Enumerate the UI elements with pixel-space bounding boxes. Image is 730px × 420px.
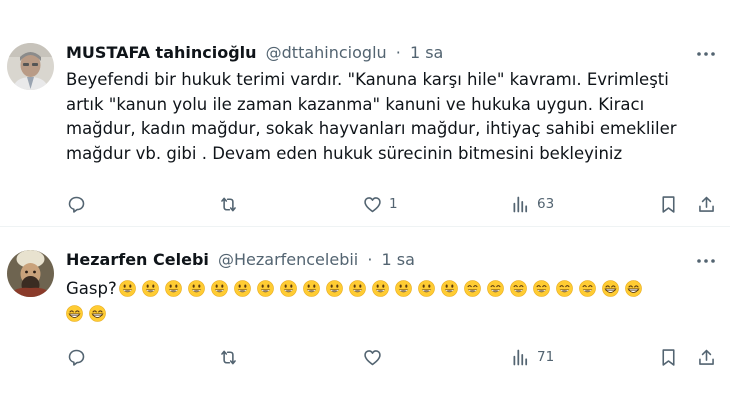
grin-face-emoji-icon (532, 280, 550, 297)
more-icon (697, 52, 715, 56)
grinning-face-emoji-icon (233, 280, 251, 297)
bookmark-icon (662, 348, 675, 366)
dot-separator: · (395, 43, 401, 62)
tweet-text: Gasp? (66, 276, 716, 326)
beaming-face-emoji-icon (66, 305, 83, 322)
dot-separator: · (367, 250, 373, 269)
retweet-icon (221, 197, 236, 211)
bookmark-icon (662, 195, 675, 213)
action-bar: 1 63 (66, 192, 726, 216)
tweet-text-content: Gasp? (66, 279, 117, 298)
tweet-header: Hezarfen Celebi @Hezarfencelebii · 1 sa (66, 249, 415, 271)
views-count: 71 (537, 349, 555, 365)
share-button[interactable] (696, 192, 717, 216)
tweet-text-line: Gasp? (66, 276, 716, 301)
views-button[interactable]: 63 (510, 192, 554, 216)
display-name[interactable]: Hezarfen Celebi (66, 250, 209, 269)
more-icon (697, 259, 715, 263)
reply-icon (68, 349, 85, 366)
beaming-face-emoji-icon (601, 280, 619, 297)
grinning-face-emoji-icon (256, 280, 274, 297)
views-button[interactable]: 71 (510, 345, 554, 369)
emoji-row (118, 279, 648, 298)
ottoman-portrait-avatar-icon (7, 250, 54, 297)
tweet-1[interactable]: MUSTAFA tahincioğlu @dttahincioglu · 1 s… (0, 0, 730, 226)
timestamp[interactable]: 1 sa (410, 43, 443, 62)
tweet-2[interactable]: Hezarfen Celebi @Hezarfencelebii · 1 sa … (0, 226, 730, 420)
tweet-text-line: mağdur, kadın mağdur, sokak hayvanları m… (66, 119, 677, 138)
display-name[interactable]: MUSTAFA tahincioğlu (66, 43, 257, 62)
tweet-text-line: Beyefendi bir hukuk terimi vardır. "Kanu… (66, 70, 669, 89)
timestamp[interactable]: 1 sa (382, 250, 415, 269)
beaming-face-emoji-icon (89, 305, 106, 322)
grinning-face-emoji-icon (417, 280, 435, 297)
more-options-button[interactable] (694, 44, 718, 64)
grin-face-emoji-icon (578, 280, 596, 297)
reply-icon (68, 196, 85, 213)
views-icon (513, 349, 528, 365)
retweet-button[interactable] (218, 192, 239, 216)
like-icon (364, 196, 381, 212)
tweet-text: Beyefendi bir hukuk terimi vardır. "Kanu… (66, 68, 716, 166)
like-icon (364, 349, 381, 365)
grinning-face-emoji-icon (118, 280, 136, 297)
bookmark-button[interactable] (658, 192, 679, 216)
tweet-text-line: mağdur vb. gibi . Devam eden hukuk sürec… (66, 143, 623, 163)
grinning-face-emoji-icon (325, 280, 343, 297)
handle[interactable]: @Hezarfencelebii (218, 250, 358, 269)
retweet-button[interactable] (218, 345, 239, 369)
grin-face-emoji-icon (509, 280, 527, 297)
tweet-header: MUSTAFA tahincioğlu @dttahincioglu · 1 s… (66, 42, 443, 64)
views-icon (513, 196, 528, 212)
tweet-text-line: artık "kanun yolu ile zaman kazanma" kan… (66, 94, 645, 114)
more-options-button[interactable] (694, 251, 718, 271)
share-icon (699, 196, 714, 212)
views-count: 63 (537, 196, 555, 212)
reply-button[interactable] (66, 345, 87, 369)
grinning-face-emoji-icon (141, 280, 159, 297)
avatar[interactable] (7, 43, 54, 90)
like-button[interactable] (362, 345, 389, 369)
grin-face-emoji-icon (463, 280, 481, 297)
handle[interactable]: @dttahincioglu (266, 43, 387, 62)
grinning-face-emoji-icon (164, 280, 182, 297)
like-button[interactable]: 1 (362, 192, 398, 216)
retweet-icon (221, 350, 236, 364)
grinning-face-emoji-icon (394, 280, 412, 297)
reply-button[interactable] (66, 192, 87, 216)
emoji-row (66, 304, 112, 323)
man-portrait-avatar-icon (7, 43, 54, 90)
grinning-face-emoji-icon (279, 280, 297, 297)
bookmark-button[interactable] (658, 345, 679, 369)
grinning-face-emoji-icon (302, 280, 320, 297)
grinning-face-emoji-icon (440, 280, 458, 297)
grinning-face-emoji-icon (187, 280, 205, 297)
share-icon (699, 349, 714, 365)
beaming-face-emoji-icon (624, 280, 642, 297)
grinning-face-emoji-icon (348, 280, 366, 297)
grinning-face-emoji-icon (371, 280, 389, 297)
grin-face-emoji-icon (555, 280, 573, 297)
action-bar: 71 (66, 345, 726, 369)
tweet-text-line (66, 301, 716, 326)
share-button[interactable] (696, 345, 717, 369)
avatar[interactable] (7, 250, 54, 297)
grinning-face-emoji-icon (210, 280, 228, 297)
like-count: 1 (389, 196, 398, 212)
grin-face-emoji-icon (486, 280, 504, 297)
